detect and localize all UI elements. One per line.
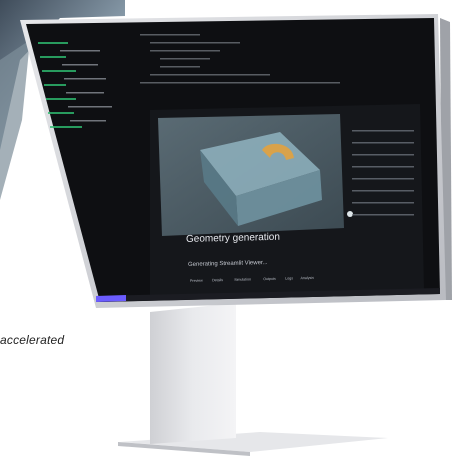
viewer-tab[interactable]: Simulation	[234, 277, 251, 281]
status-bar-accent	[96, 295, 126, 302]
viewer-tab[interactable]: Preview	[190, 279, 203, 283]
viewer-tab[interactable]: Details	[212, 278, 223, 282]
stand-neck	[150, 303, 236, 444]
viewer-tab[interactable]: Analysis	[301, 276, 315, 280]
viewer-title: Geometry generation	[186, 232, 280, 245]
monitor-scene: Geometry generation Generating Streamlit…	[0, 0, 452, 456]
viewer-tab[interactable]: Logs	[285, 276, 293, 280]
background-photo-shade	[0, 40, 30, 200]
caption-text: accelerated	[0, 333, 65, 347]
viewer-tab[interactable]: Outputs	[263, 277, 276, 281]
